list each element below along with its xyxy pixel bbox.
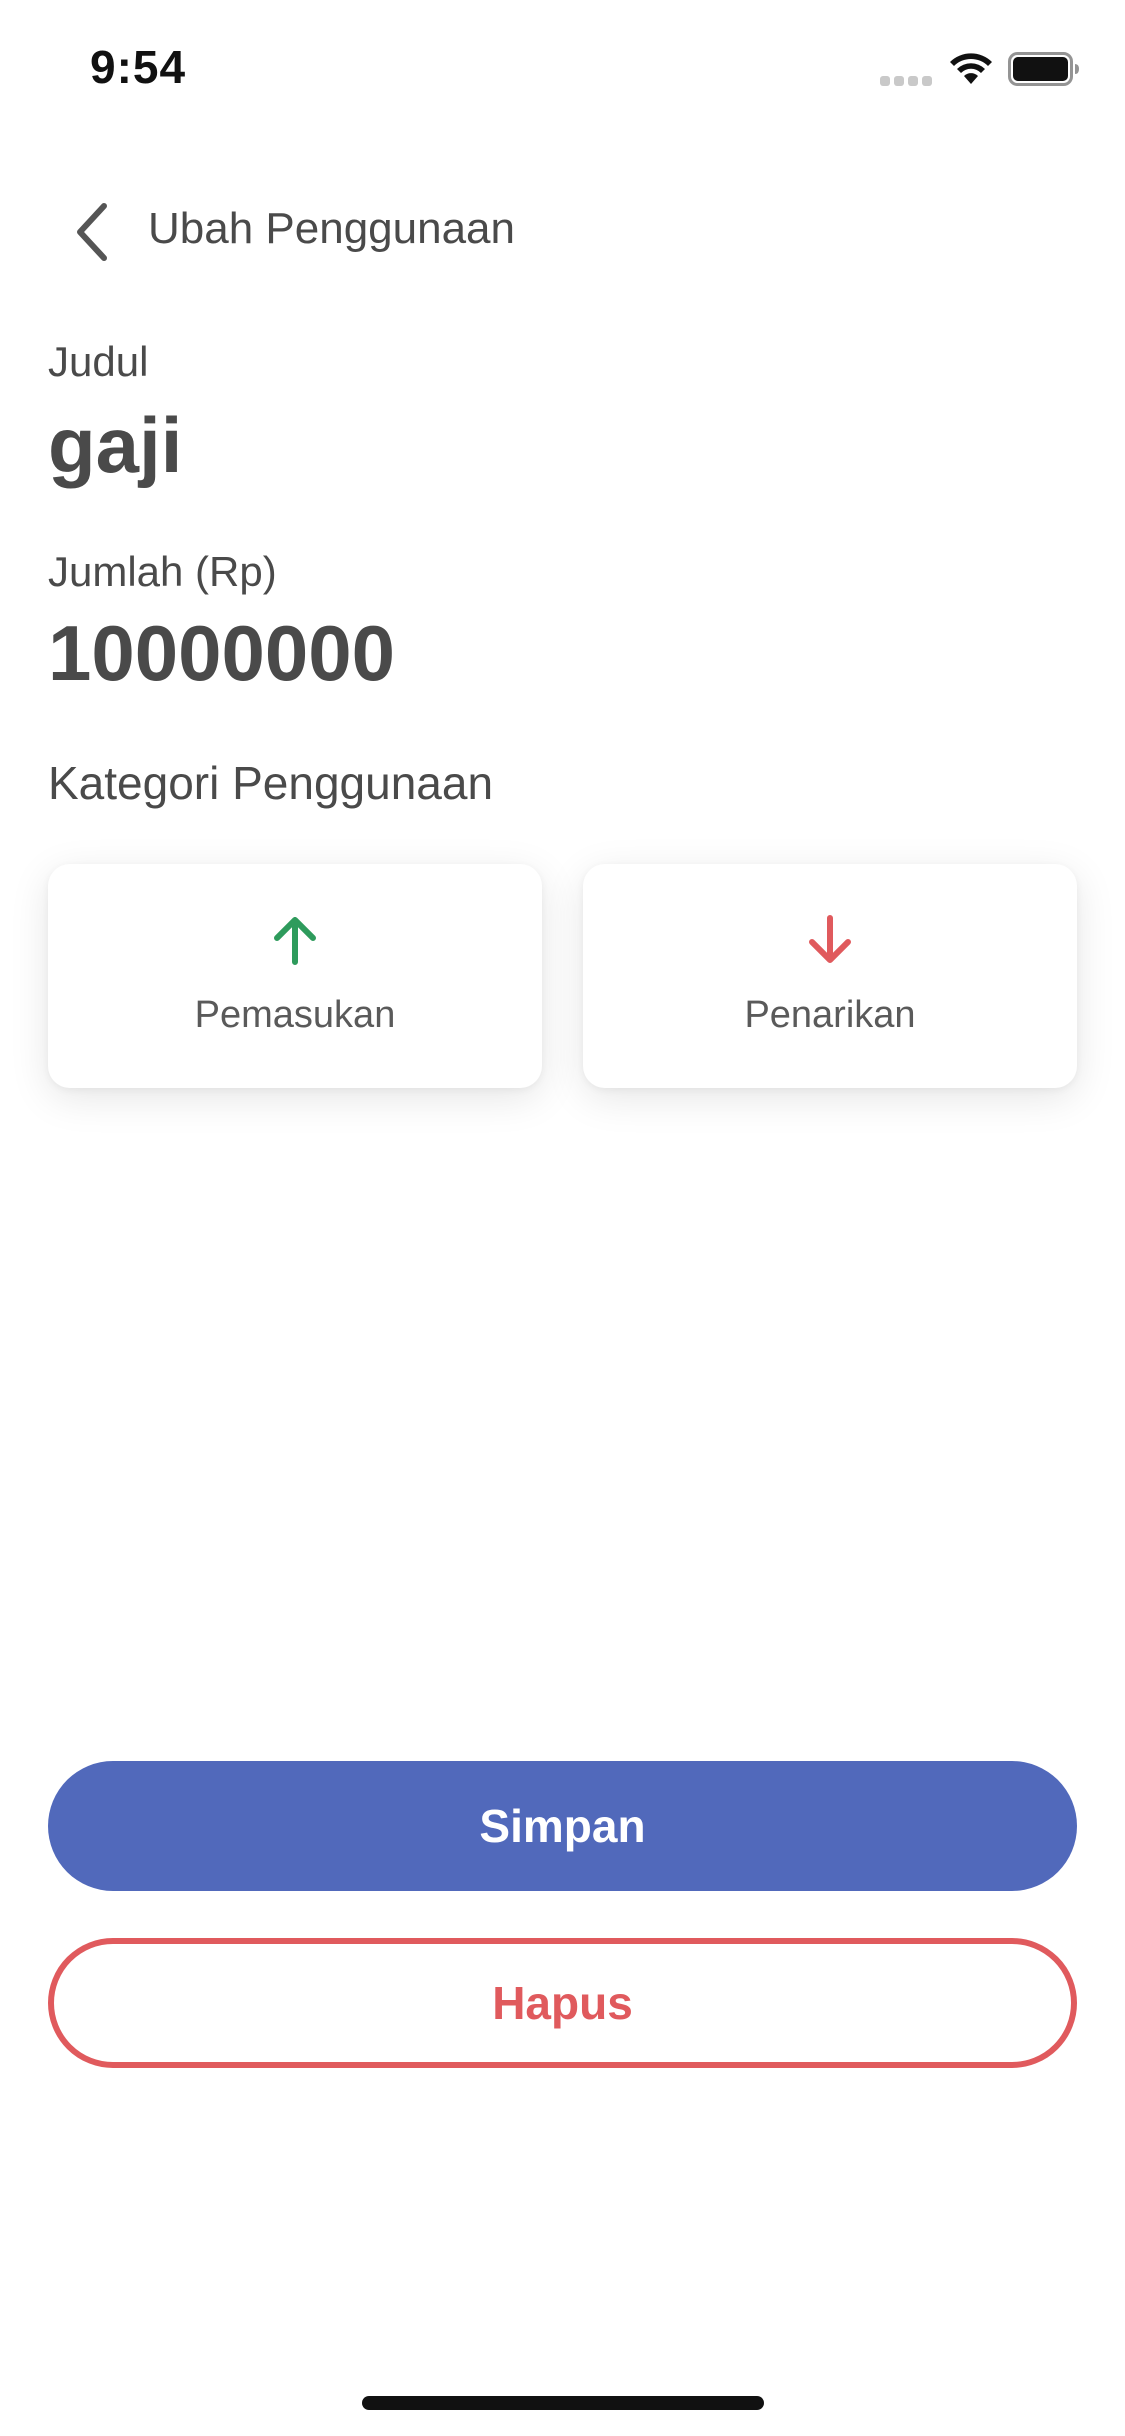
status-time: 9:54 xyxy=(90,41,187,93)
amount-label: Jumlah (Rp) xyxy=(48,548,277,595)
back-button[interactable] xyxy=(60,196,124,268)
save-button[interactable]: Simpan xyxy=(48,1761,1077,1891)
page-title: Ubah Penggunaan xyxy=(148,204,515,253)
arrow-down-icon xyxy=(809,915,851,963)
battery-icon xyxy=(1008,52,1079,86)
edit-usage-screen: 9:54 Ubah Penggunaan Judul gaji Jumlah (… xyxy=(0,0,1125,2436)
delete-button[interactable]: Hapus xyxy=(48,1938,1077,2068)
category-income-label: Pemasukan xyxy=(194,994,396,1036)
chevron-left-icon xyxy=(77,203,107,261)
amount-input[interactable]: 10000000 xyxy=(48,608,1048,699)
category-section-label: Kategori Penggunaan xyxy=(48,757,494,809)
signal-icon xyxy=(880,76,934,86)
wifi-icon xyxy=(950,53,992,84)
category-income-card[interactable]: Pemasukan xyxy=(48,864,542,1088)
title-label: Judul xyxy=(48,338,149,385)
home-indicator xyxy=(362,2396,764,2410)
category-withdrawal-card[interactable]: Penarikan xyxy=(583,864,1077,1088)
category-withdrawal-label: Penarikan xyxy=(744,994,916,1036)
arrow-up-icon xyxy=(274,917,316,965)
title-input[interactable]: gaji xyxy=(48,400,1048,491)
